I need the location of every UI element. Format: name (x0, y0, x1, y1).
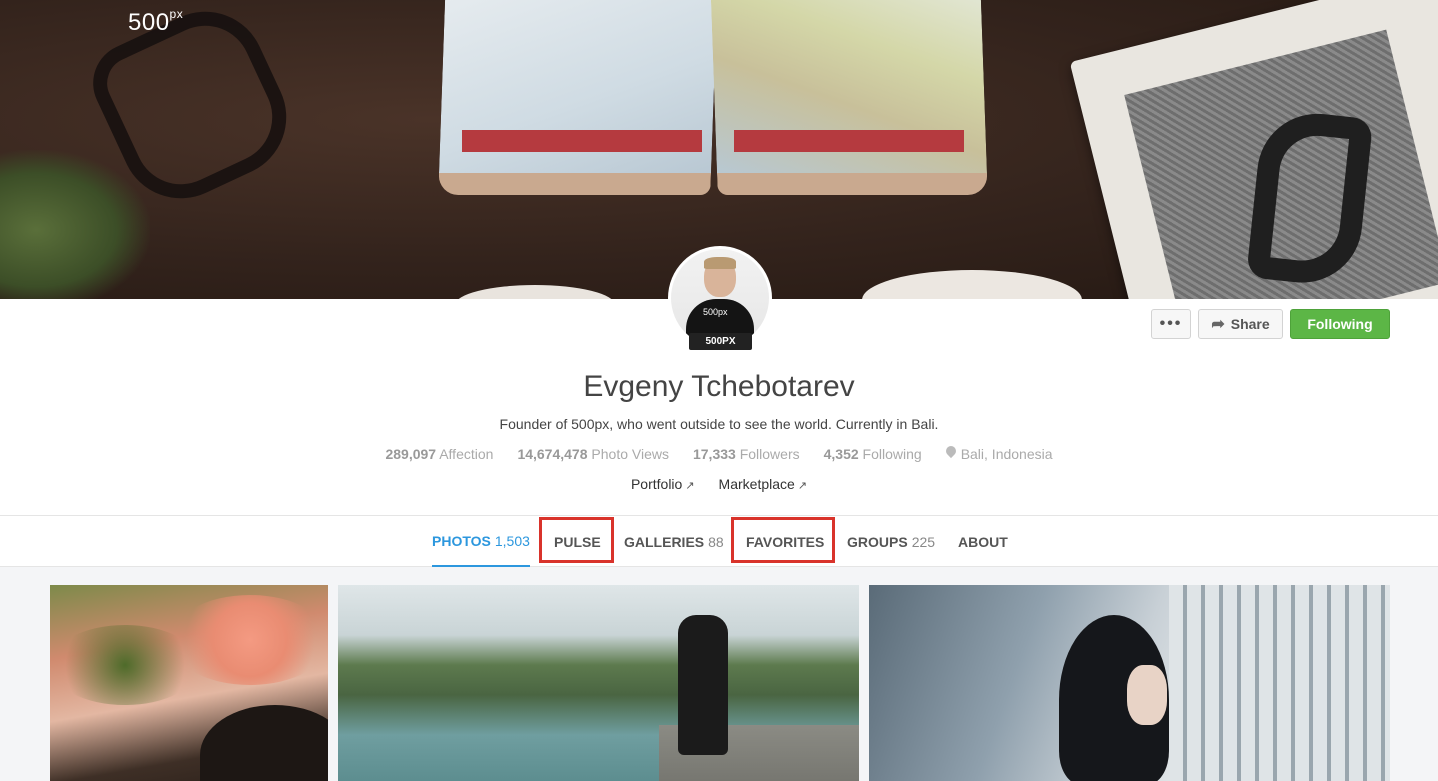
profile-links: Portfolio ↗ Marketplace ↗ (0, 476, 1438, 492)
profile-stats: 289,097 Affection 14,674,478 Photo Views… (0, 446, 1438, 462)
photo-grid (0, 567, 1438, 781)
highlight-box-favorites (731, 517, 835, 563)
external-link-icon: ↗ (685, 480, 695, 492)
cover-cup (862, 270, 1082, 299)
stat-following[interactable]: 4,352 Following (824, 446, 922, 462)
cover-frame (1069, 0, 1438, 299)
photo-thumbnail[interactable] (869, 585, 1390, 781)
share-arrow-icon: ➦ (1211, 316, 1225, 333)
tab-groups[interactable]: GROUPS 225 (847, 516, 935, 568)
portfolio-link[interactable]: Portfolio ↗ (631, 476, 695, 492)
stat-affection: 289,097 Affection (385, 446, 494, 462)
external-link-icon: ↗ (797, 480, 808, 492)
logo-500px[interactable]: 500px (128, 7, 183, 37)
profile-actions: ••• ➦ Share Following (1151, 309, 1390, 339)
cover-book (438, 0, 988, 195)
following-button[interactable]: Following (1290, 309, 1390, 339)
share-button[interactable]: ➦ Share (1198, 309, 1283, 339)
avatar-shirt-text: 500px (703, 307, 728, 317)
profile-location: Bali, Indonesia (946, 446, 1053, 462)
tab-galleries[interactable]: GALLERIES 88 (624, 516, 724, 568)
profile-tabs: PHOTOS 1,503 PULSE GALLERIES 88 FAVORITES … (0, 515, 1438, 568)
share-label: Share (1230, 316, 1270, 332)
tab-photos[interactable]: PHOTOS 1,503 (432, 516, 530, 568)
cover-plant (0, 150, 150, 299)
highlight-box-pulse (539, 517, 614, 563)
profile-bio: Founder of 500px, who went outside to se… (499, 416, 939, 432)
tab-about[interactable]: ABOUT (958, 516, 1008, 568)
stat-photo-views: 14,674,478 Photo Views (517, 446, 669, 462)
more-button[interactable]: ••• (1151, 309, 1191, 339)
cover-cup (455, 285, 615, 299)
avatar-badge: 500PX (689, 333, 752, 350)
profile-name: Evgeny Tchebotarev (583, 370, 855, 403)
photo-thumbnail[interactable] (50, 585, 328, 781)
stat-followers[interactable]: 17,333 Followers (693, 446, 800, 462)
photo-thumbnail[interactable] (338, 585, 859, 781)
map-pin-icon (946, 446, 956, 459)
marketplace-link[interactable]: Marketplace ↗ (719, 476, 807, 492)
